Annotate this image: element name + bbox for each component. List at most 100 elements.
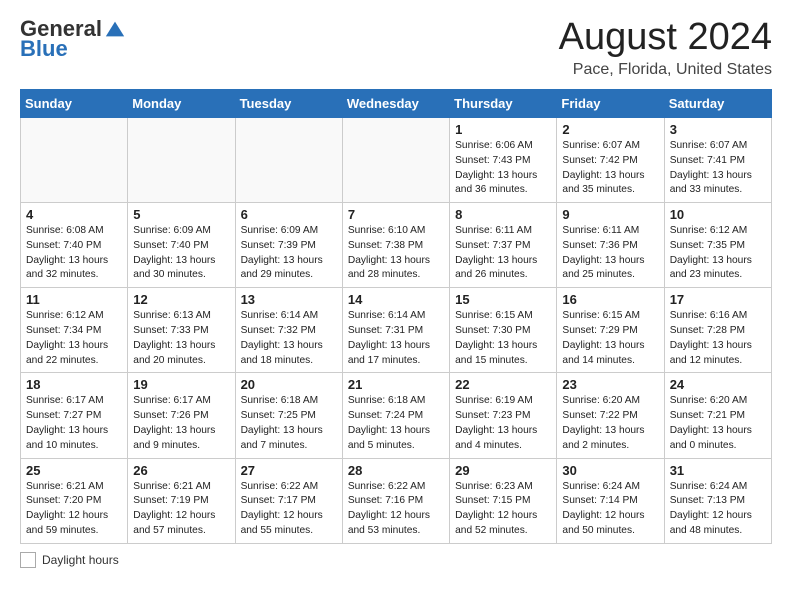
day-number: 13: [241, 292, 337, 307]
calendar-cell: 30 Sunrise: 6:24 AM Sunset: 7:14 PM Dayli…: [557, 458, 664, 543]
calendar-cell: 20 Sunrise: 6:18 AM Sunset: 7:25 PM Dayli…: [235, 373, 342, 458]
day-info: Sunrise: 6:11 AM Sunset: 7:37 PM Dayligh…: [455, 224, 551, 283]
day-info: Sunrise: 6:12 AM Sunset: 7:35 PM Dayligh…: [670, 224, 766, 283]
calendar-cell: 1 Sunrise: 6:06 AM Sunset: 7:43 PM Daylig…: [450, 118, 557, 203]
day-info: Sunrise: 6:23 AM Sunset: 7:15 PM Dayligh…: [455, 480, 551, 539]
day-info: Sunrise: 6:17 AM Sunset: 7:27 PM Dayligh…: [26, 394, 122, 453]
day-info: Sunrise: 6:09 AM Sunset: 7:40 PM Dayligh…: [133, 224, 229, 283]
day-number: 25: [26, 463, 122, 478]
day-info: Sunrise: 6:18 AM Sunset: 7:25 PM Dayligh…: [241, 394, 337, 453]
day-number: 28: [348, 463, 444, 478]
day-info: Sunrise: 6:10 AM Sunset: 7:38 PM Dayligh…: [348, 224, 444, 283]
calendar-cell: 14 Sunrise: 6:14 AM Sunset: 7:31 PM Dayli…: [342, 288, 449, 373]
day-number: 9: [562, 207, 658, 222]
calendar-cell: [235, 118, 342, 203]
day-info: Sunrise: 6:06 AM Sunset: 7:43 PM Dayligh…: [455, 139, 551, 198]
weekday-header-monday: Monday: [128, 90, 235, 118]
day-number: 18: [26, 377, 122, 392]
day-info: Sunrise: 6:07 AM Sunset: 7:42 PM Dayligh…: [562, 139, 658, 198]
calendar-cell: 4 Sunrise: 6:08 AM Sunset: 7:40 PM Daylig…: [21, 203, 128, 288]
calendar-cell: 5 Sunrise: 6:09 AM Sunset: 7:40 PM Daylig…: [128, 203, 235, 288]
calendar-table: SundayMondayTuesdayWednesdayThursdayFrid…: [20, 89, 772, 544]
day-info: Sunrise: 6:15 AM Sunset: 7:29 PM Dayligh…: [562, 309, 658, 368]
calendar-cell: 11Sunrise: 6:12 AM Sunset: 7:34 PM Dayli…: [21, 288, 128, 373]
weekday-header-row: SundayMondayTuesdayWednesdayThursdayFrid…: [21, 90, 772, 118]
day-number: 23: [562, 377, 658, 392]
week-row-2: 11Sunrise: 6:12 AM Sunset: 7:34 PM Dayli…: [21, 288, 772, 373]
daylight-box: [20, 552, 36, 568]
calendar-cell: [128, 118, 235, 203]
day-info: Sunrise: 6:20 AM Sunset: 7:22 PM Dayligh…: [562, 394, 658, 453]
calendar-cell: 16 Sunrise: 6:15 AM Sunset: 7:29 PM Dayli…: [557, 288, 664, 373]
calendar-cell: 13Sunrise: 6:14 AM Sunset: 7:32 PM Dayli…: [235, 288, 342, 373]
day-info: Sunrise: 6:13 AM Sunset: 7:33 PM Dayligh…: [133, 309, 229, 368]
day-number: 4: [26, 207, 122, 222]
day-info: Sunrise: 6:21 AM Sunset: 7:20 PM Dayligh…: [26, 480, 122, 539]
day-number: 19: [133, 377, 229, 392]
calendar-cell: 25 Sunrise: 6:21 AM Sunset: 7:20 PM Dayli…: [21, 458, 128, 543]
calendar-cell: 10 Sunrise: 6:12 AM Sunset: 7:35 PM Dayli…: [664, 203, 771, 288]
day-number: 16: [562, 292, 658, 307]
calendar-cell: 3Sunrise: 6:07 AM Sunset: 7:41 PM Daylig…: [664, 118, 771, 203]
logo: General Blue: [20, 16, 126, 62]
day-info: Sunrise: 6:18 AM Sunset: 7:24 PM Dayligh…: [348, 394, 444, 453]
day-info: Sunrise: 6:22 AM Sunset: 7:17 PM Dayligh…: [241, 480, 337, 539]
week-row-4: 25 Sunrise: 6:21 AM Sunset: 7:20 PM Dayli…: [21, 458, 772, 543]
day-number: 1: [455, 122, 551, 137]
title-block: August 2024 Pace, Florida, United States: [559, 16, 772, 79]
day-number: 3: [670, 122, 766, 137]
day-number: 26: [133, 463, 229, 478]
weekday-header-saturday: Saturday: [664, 90, 771, 118]
calendar-cell: 23 Sunrise: 6:20 AM Sunset: 7:22 PM Dayli…: [557, 373, 664, 458]
day-number: 31: [670, 463, 766, 478]
calendar-cell: 28 Sunrise: 6:22 AM Sunset: 7:16 PM Dayli…: [342, 458, 449, 543]
calendar-cell: 21Sunrise: 6:18 AM Sunset: 7:24 PM Dayli…: [342, 373, 449, 458]
day-number: 20: [241, 377, 337, 392]
day-number: 30: [562, 463, 658, 478]
weekday-header-wednesday: Wednesday: [342, 90, 449, 118]
weekday-header-thursday: Thursday: [450, 90, 557, 118]
day-info: Sunrise: 6:16 AM Sunset: 7:28 PM Dayligh…: [670, 309, 766, 368]
calendar-cell: 15 Sunrise: 6:15 AM Sunset: 7:30 PM Dayli…: [450, 288, 557, 373]
footer: Daylight hours: [20, 552, 772, 568]
week-row-3: 18 Sunrise: 6:17 AM Sunset: 7:27 PM Dayli…: [21, 373, 772, 458]
calendar-cell: 2Sunrise: 6:07 AM Sunset: 7:42 PM Daylig…: [557, 118, 664, 203]
day-number: 17: [670, 292, 766, 307]
weekday-header-tuesday: Tuesday: [235, 90, 342, 118]
day-info: Sunrise: 6:14 AM Sunset: 7:31 PM Dayligh…: [348, 309, 444, 368]
day-number: 22: [455, 377, 551, 392]
calendar-cell: 22Sunrise: 6:19 AM Sunset: 7:23 PM Dayli…: [450, 373, 557, 458]
day-info: Sunrise: 6:08 AM Sunset: 7:40 PM Dayligh…: [26, 224, 122, 283]
day-number: 14: [348, 292, 444, 307]
week-row-1: 4 Sunrise: 6:08 AM Sunset: 7:40 PM Daylig…: [21, 203, 772, 288]
day-number: 15: [455, 292, 551, 307]
day-info: Sunrise: 6:15 AM Sunset: 7:30 PM Dayligh…: [455, 309, 551, 368]
calendar-cell: 31Sunrise: 6:24 AM Sunset: 7:13 PM Dayli…: [664, 458, 771, 543]
calendar-cell: 19 Sunrise: 6:17 AM Sunset: 7:26 PM Dayli…: [128, 373, 235, 458]
day-number: 12: [133, 292, 229, 307]
day-number: 5: [133, 207, 229, 222]
calendar-cell: 6Sunrise: 6:09 AM Sunset: 7:39 PM Daylig…: [235, 203, 342, 288]
calendar-cell: 26 Sunrise: 6:21 AM Sunset: 7:19 PM Dayli…: [128, 458, 235, 543]
day-info: Sunrise: 6:24 AM Sunset: 7:14 PM Dayligh…: [562, 480, 658, 539]
day-info: Sunrise: 6:09 AM Sunset: 7:39 PM Dayligh…: [241, 224, 337, 283]
calendar-cell: 8 Sunrise: 6:11 AM Sunset: 7:37 PM Daylig…: [450, 203, 557, 288]
calendar-cell: 18 Sunrise: 6:17 AM Sunset: 7:27 PM Dayli…: [21, 373, 128, 458]
day-info: Sunrise: 6:17 AM Sunset: 7:26 PM Dayligh…: [133, 394, 229, 453]
logo-blue-text: Blue: [20, 36, 68, 62]
day-info: Sunrise: 6:11 AM Sunset: 7:36 PM Dayligh…: [562, 224, 658, 283]
day-number: 24: [670, 377, 766, 392]
calendar-cell: 7 Sunrise: 6:10 AM Sunset: 7:38 PM Daylig…: [342, 203, 449, 288]
calendar-cell: 17 Sunrise: 6:16 AM Sunset: 7:28 PM Dayli…: [664, 288, 771, 373]
day-number: 7: [348, 207, 444, 222]
day-info: Sunrise: 6:22 AM Sunset: 7:16 PM Dayligh…: [348, 480, 444, 539]
daylight-label: Daylight hours: [42, 553, 119, 567]
day-number: 8: [455, 207, 551, 222]
calendar-cell: 9 Sunrise: 6:11 AM Sunset: 7:36 PM Daylig…: [557, 203, 664, 288]
month-title: August 2024: [559, 16, 772, 59]
day-info: Sunrise: 6:21 AM Sunset: 7:19 PM Dayligh…: [133, 480, 229, 539]
calendar-cell: 27 Sunrise: 6:22 AM Sunset: 7:17 PM Dayli…: [235, 458, 342, 543]
day-number: 27: [241, 463, 337, 478]
day-number: 10: [670, 207, 766, 222]
week-row-0: 1 Sunrise: 6:06 AM Sunset: 7:43 PM Daylig…: [21, 118, 772, 203]
